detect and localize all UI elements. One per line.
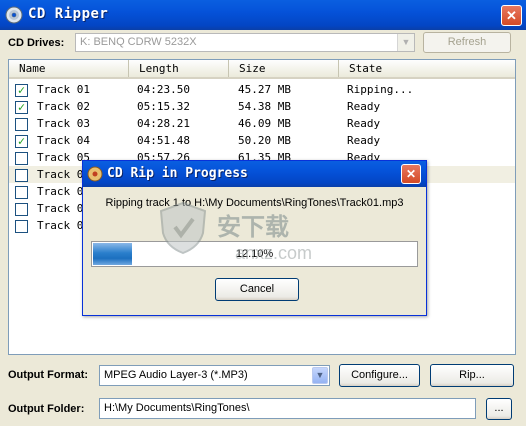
track-checkbox[interactable]: ✓ bbox=[15, 101, 28, 114]
watermark-text: 安下载 bbox=[217, 212, 289, 241]
cd-rip-icon bbox=[87, 166, 103, 182]
column-header-size[interactable]: Size bbox=[229, 60, 339, 77]
output-format-value: MPEG Audio Layer-3 (*.MP3) bbox=[104, 369, 248, 381]
shield-icon bbox=[159, 201, 207, 255]
track-checkbox[interactable] bbox=[15, 220, 28, 233]
output-folder-input[interactable]: H:\My Documents\RingTones\ bbox=[99, 398, 476, 419]
track-list-header: Name Length Size State bbox=[9, 60, 515, 79]
track-row[interactable]: Track 03 04:28.21 46.09 MB Ready bbox=[9, 115, 515, 132]
track-checkbox[interactable] bbox=[15, 203, 28, 216]
column-header-length[interactable]: Length bbox=[129, 60, 229, 77]
output-folder-value: H:\My Documents\RingTones\ bbox=[104, 402, 250, 414]
track-length: 04:23.50 bbox=[137, 83, 190, 96]
column-header-name[interactable]: Name bbox=[9, 60, 129, 77]
browse-folder-button[interactable]: ... bbox=[486, 398, 512, 420]
track-name: Track 03 bbox=[37, 117, 90, 130]
column-header-state[interactable]: State bbox=[339, 60, 515, 77]
configure-button[interactable]: Configure... bbox=[339, 364, 420, 387]
track-row[interactable]: ✓ Track 02 05:15.32 54.38 MB Ready bbox=[9, 98, 515, 115]
track-size: 46.09 MB bbox=[238, 117, 291, 130]
output-folder-label: Output Folder: bbox=[8, 403, 85, 415]
cd-drives-value: K: BENQ CDRW 5232X bbox=[80, 36, 197, 48]
cd-drives-label: CD Drives: bbox=[8, 37, 65, 49]
refresh-button[interactable]: Refresh bbox=[423, 32, 511, 53]
output-format-label: Output Format: bbox=[8, 369, 89, 381]
window-titlebar[interactable]: CD Ripper ✕ bbox=[0, 0, 526, 30]
dialog-title: CD Rip in Progress bbox=[107, 166, 248, 181]
track-size: 54.38 MB bbox=[238, 100, 291, 113]
track-row[interactable]: ✓ Track 04 04:51.48 50.20 MB Ready bbox=[9, 132, 515, 149]
track-state: Ready bbox=[347, 117, 381, 130]
dialog-titlebar[interactable]: CD Rip in Progress ✕ bbox=[83, 161, 426, 187]
rip-button[interactable]: Rip... bbox=[430, 364, 514, 387]
track-checkbox[interactable] bbox=[15, 152, 28, 165]
track-state: Ready bbox=[347, 100, 381, 113]
window-title: CD Ripper bbox=[28, 6, 109, 22]
track-checkbox[interactable]: ✓ bbox=[15, 84, 28, 97]
track-state: Ready bbox=[347, 134, 381, 147]
cd-ripper-icon bbox=[5, 6, 23, 24]
window-close-button[interactable]: ✕ bbox=[501, 5, 522, 26]
track-size: 45.27 MB bbox=[238, 83, 291, 96]
watermark-subtext: anxz.com bbox=[235, 243, 313, 263]
track-checkbox[interactable] bbox=[15, 186, 28, 199]
track-row[interactable]: ✓ Track 01 04:23.50 45.27 MB Ripping... bbox=[9, 81, 515, 98]
dialog-close-button[interactable]: ✕ bbox=[401, 164, 421, 184]
track-name: Track 02 bbox=[37, 100, 90, 113]
track-size: 50.20 MB bbox=[238, 134, 291, 147]
track-length: 04:51.48 bbox=[137, 134, 190, 147]
track-length: 04:28.21 bbox=[137, 117, 190, 130]
track-checkbox[interactable] bbox=[15, 169, 28, 182]
output-format-select[interactable]: MPEG Audio Layer-3 (*.MP3) ▼ bbox=[99, 365, 330, 386]
cd-drives-select[interactable]: K: BENQ CDRW 5232X ▼ bbox=[75, 33, 415, 52]
chevron-down-icon[interactable]: ▼ bbox=[312, 367, 328, 384]
watermark-logo: 安下载 anxz.com bbox=[155, 199, 330, 271]
track-state: Ripping... bbox=[347, 83, 414, 96]
cancel-button[interactable]: Cancel bbox=[215, 278, 299, 301]
track-name: Track 01 bbox=[37, 83, 90, 96]
track-checkbox[interactable]: ✓ bbox=[15, 135, 28, 148]
chevron-down-icon[interactable]: ▼ bbox=[397, 34, 414, 51]
rip-progress-dialog: CD Rip in Progress ✕ Ripping track 1 to … bbox=[82, 160, 427, 316]
track-length: 05:15.32 bbox=[137, 100, 190, 113]
track-checkbox[interactable] bbox=[15, 118, 28, 131]
track-name: Track 04 bbox=[37, 134, 90, 147]
